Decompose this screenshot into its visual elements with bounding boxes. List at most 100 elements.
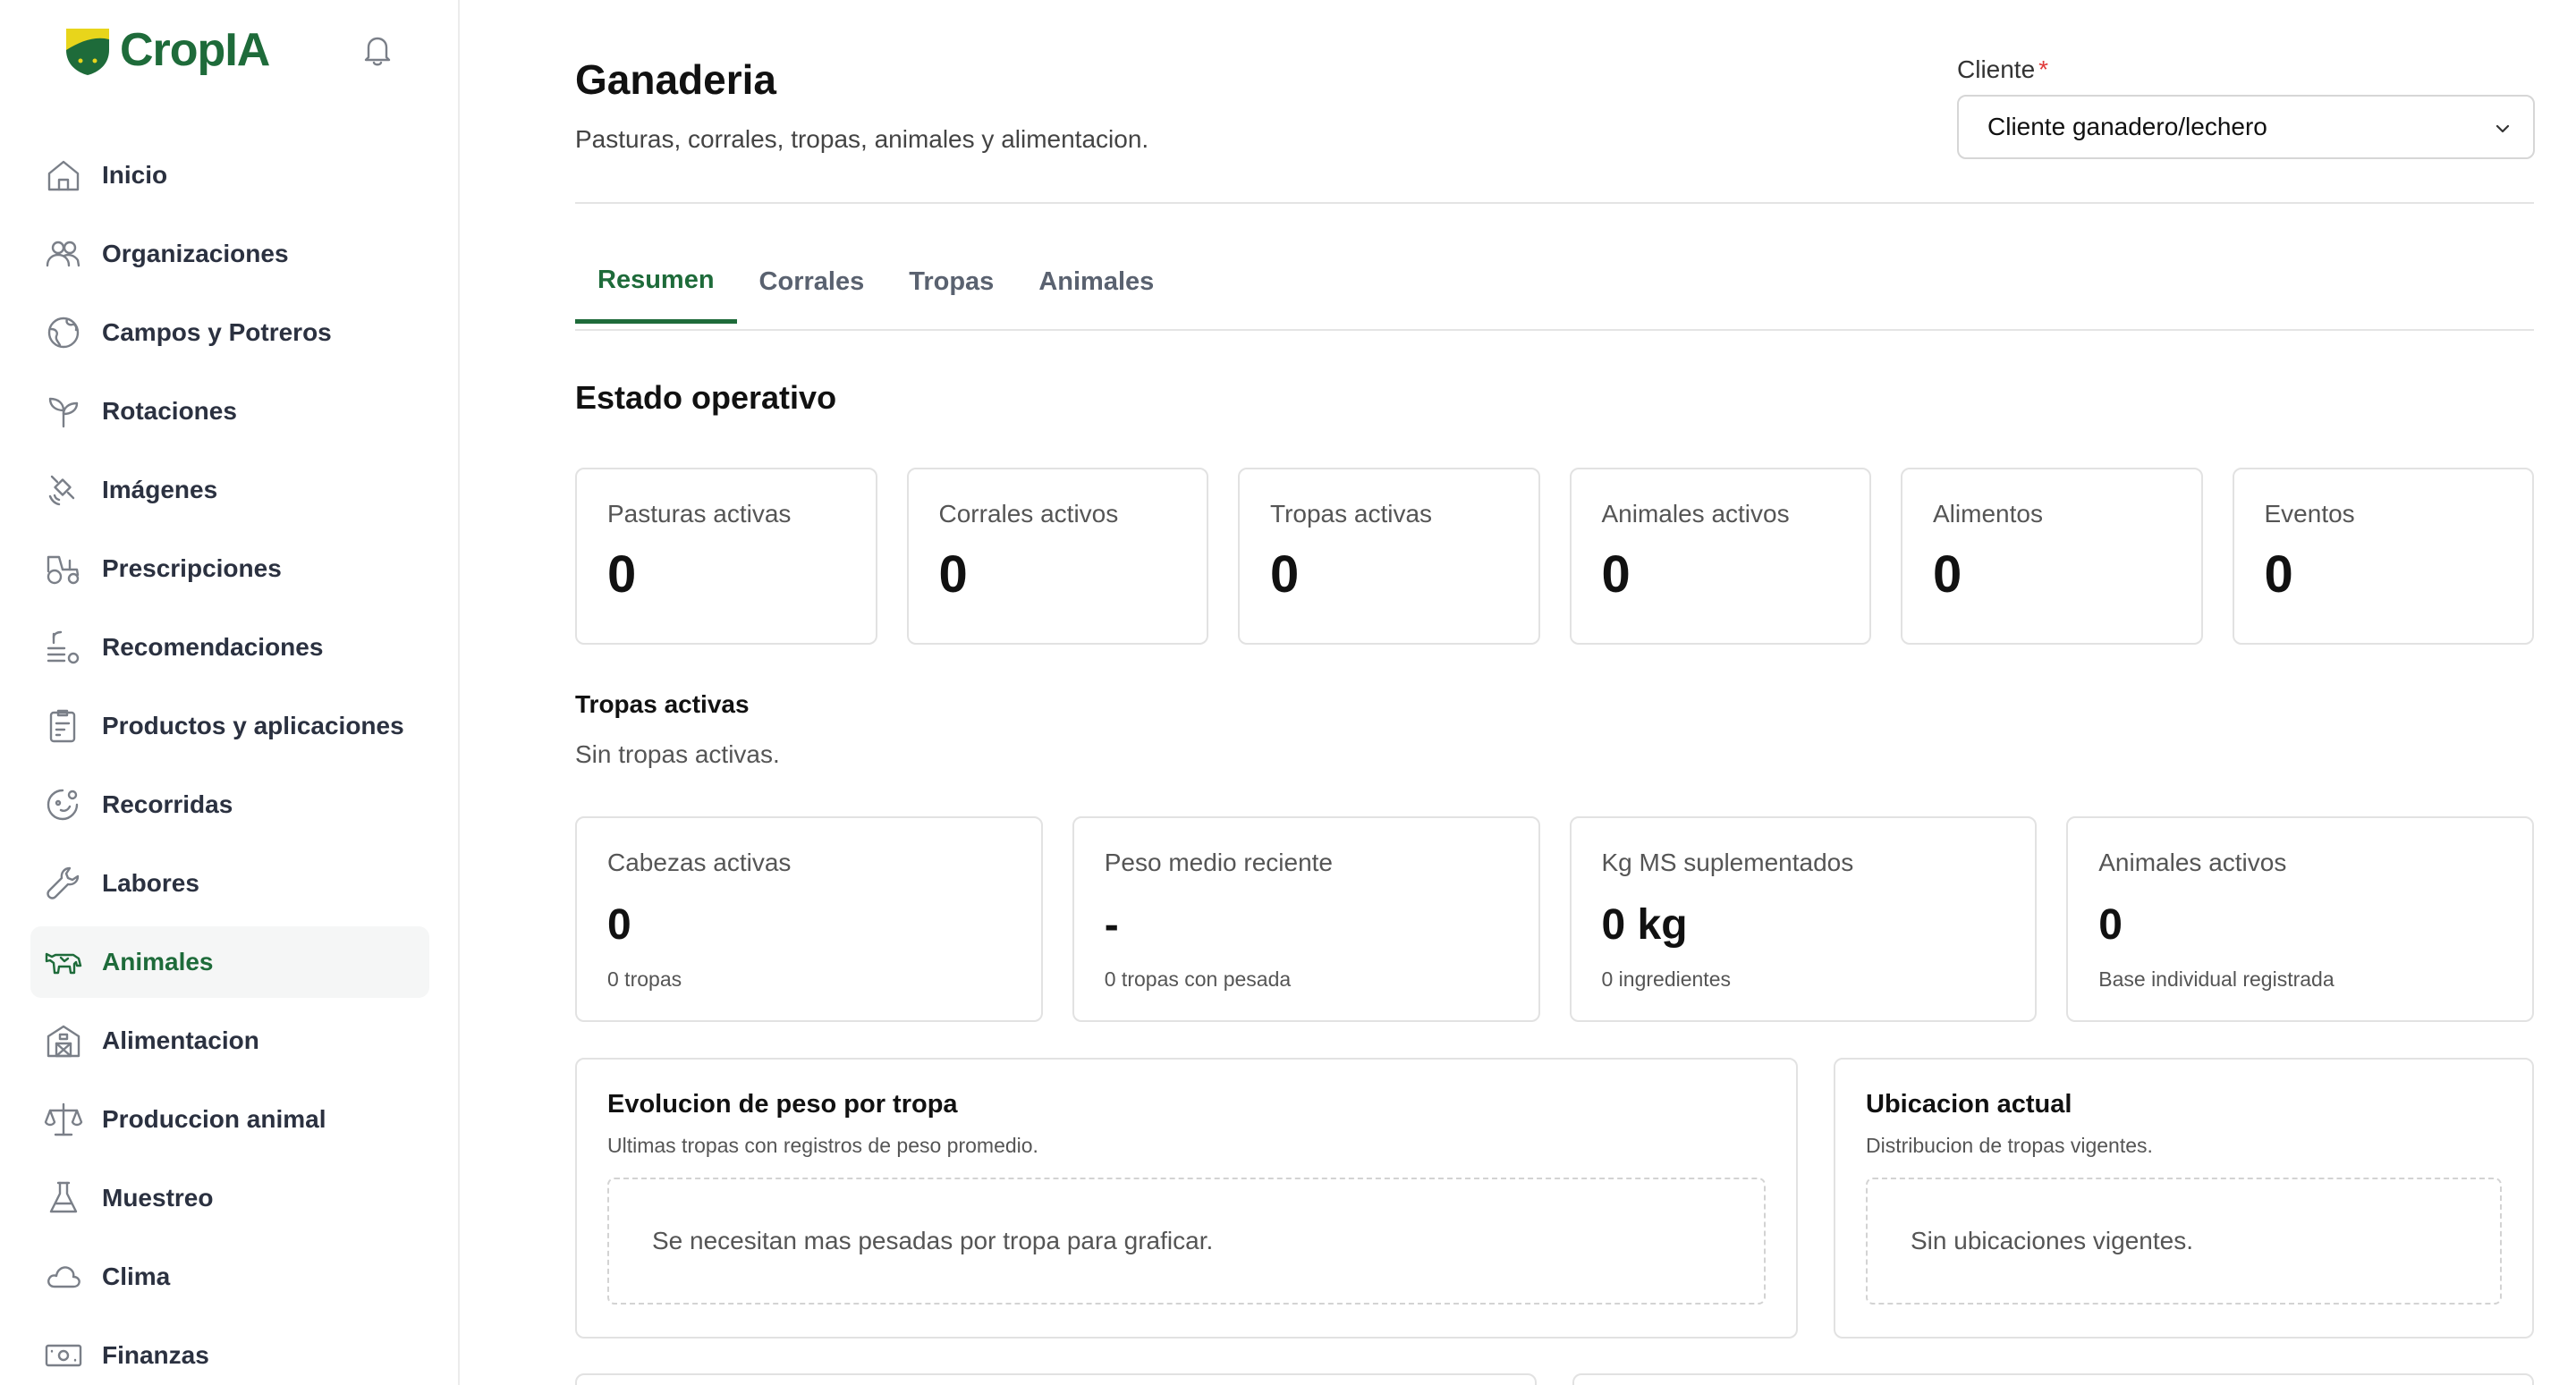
brand-logo[interactable]: CropIA	[63, 23, 270, 77]
panel-empty-state: Sin ubicaciones vigentes.	[1866, 1178, 2502, 1305]
kpi-card-cabezas: Cabezas activas 0 0 tropas	[575, 816, 1043, 1022]
stat-card-eventos: Eventos 0	[2232, 468, 2534, 645]
client-label-text: Cliente	[1957, 55, 2036, 83]
sidebar-item-finanzas[interactable]: Finanzas	[30, 1320, 429, 1385]
stat-card-corrales: Corrales activos 0	[906, 468, 1208, 645]
sidebar-item-prescripciones[interactable]: Prescripciones	[30, 533, 429, 604]
sidebar-item-alimentacion[interactable]: Alimentacion	[30, 1005, 429, 1077]
bell-icon[interactable]	[358, 30, 397, 70]
kpi-note: Base individual registrada	[2098, 967, 2334, 991]
route-icon	[43, 784, 84, 825]
stat-value: 0	[607, 545, 637, 604]
stat-value: 0	[2264, 545, 2293, 604]
stat-value: 0	[938, 545, 968, 604]
sidebar-item-clima[interactable]: Clima	[30, 1241, 429, 1313]
sidebar-item-recorridas[interactable]: Recorridas	[30, 769, 429, 840]
active-herds-title: Tropas activas	[575, 690, 750, 718]
sidebar-item-label: Clima	[102, 1263, 171, 1290]
sidebar-item-label: Recorridas	[102, 790, 233, 818]
sidebar-item-label: Muestreo	[102, 1184, 214, 1212]
sidebar-item-animales[interactable]: Animales	[30, 926, 429, 998]
sidebar-item-produccion[interactable]: Produccion animal	[30, 1084, 429, 1155]
sidebar-item-labores[interactable]: Labores	[30, 848, 429, 919]
sidebar-nav: Inicio Organizaciones Campos y Potreros …	[30, 139, 429, 1385]
client-select-value: Cliente ganadero/lechero	[1987, 113, 2267, 140]
list-plant-icon	[43, 627, 84, 668]
sidebar-item-productos[interactable]: Productos y aplicaciones	[30, 690, 429, 762]
kpi-note: 0 tropas	[607, 967, 682, 991]
kpi-note: 0 ingredientes	[1601, 967, 1732, 991]
sidebar-item-organizaciones[interactable]: Organizaciones	[30, 218, 429, 290]
kpi-row: Cabezas activas 0 0 tropas Peso medio re…	[575, 816, 2534, 1022]
stat-card-pasturas: Pasturas activas 0	[575, 468, 877, 645]
header-divider	[575, 202, 2534, 204]
sidebar-item-muestreo[interactable]: Muestreo	[30, 1162, 429, 1234]
kpi-value: 0 kg	[1601, 901, 1688, 949]
shield-logo-icon	[66, 29, 109, 75]
tab-tropas[interactable]: Tropas	[886, 241, 1016, 322]
sidebar-item-label: Organizaciones	[102, 240, 289, 267]
weight-evolution-panel: Evolucion de peso por tropa Ultimas trop…	[575, 1058, 1798, 1339]
cow-icon	[43, 942, 84, 983]
stat-value: 0	[1933, 545, 1962, 604]
stat-label: Animales activos	[1601, 500, 1790, 528]
sidebar-item-label: Productos y aplicaciones	[102, 712, 404, 739]
tab-animales[interactable]: Animales	[1016, 241, 1176, 322]
barn-icon	[43, 1020, 84, 1061]
chevron-down-icon	[2496, 124, 2510, 133]
kpi-value: 0	[607, 901, 631, 949]
panel-title: Evolucion de peso por tropa	[607, 1090, 958, 1119]
current-location-panel: Ubicacion actual Distribucion de tropas …	[1834, 1058, 2534, 1339]
sidebar-item-label: Alimentacion	[102, 1026, 259, 1054]
stat-card-animales: Animales activos 0	[1569, 468, 1871, 645]
sprout-icon	[43, 391, 84, 432]
sidebar-item-label: Imágenes	[102, 476, 218, 503]
sidebar-item-label: Finanzas	[102, 1341, 209, 1369]
stat-label: Pasturas activas	[607, 500, 792, 528]
kpi-card-peso: Peso medio reciente - 0 tropas con pesad…	[1072, 816, 1540, 1022]
tractor-icon	[43, 548, 84, 589]
sidebar-item-label: Rotaciones	[102, 397, 237, 425]
cloud-icon	[43, 1256, 84, 1297]
stat-value: 0	[1270, 545, 1300, 604]
stat-card-tropas: Tropas activas 0	[1238, 468, 1540, 645]
satellite-icon	[43, 469, 84, 511]
kpi-label: Cabezas activas	[607, 849, 792, 876]
kpi-value: 0	[2098, 901, 2123, 949]
active-herds-empty: Sin tropas activas.	[575, 740, 780, 768]
sidebar-item-imagenes[interactable]: Imágenes	[30, 454, 429, 526]
sidebar-item-rotaciones[interactable]: Rotaciones	[30, 376, 429, 447]
sidebar-item-label: Prescripciones	[102, 554, 282, 582]
kpi-card-kg-ms: Kg MS suplementados 0 kg 0 ingredientes	[1569, 816, 2038, 1022]
stats-row: Pasturas activas 0 Corrales activos 0 Tr…	[575, 468, 2534, 645]
tab-bar: Resumen Corrales Tropas Animales	[575, 250, 2534, 331]
wrench-icon	[43, 863, 84, 904]
panel-subtitle: Distribucion de tropas vigentes.	[1866, 1134, 2153, 1157]
kpi-label: Peso medio reciente	[1104, 849, 1334, 876]
page-title: Ganaderia	[575, 56, 776, 103]
sidebar-item-recomendaciones[interactable]: Recomendaciones	[30, 612, 429, 683]
kpi-note: 0 tropas con pesada	[1104, 967, 1292, 991]
tab-resumen[interactable]: Resumen	[575, 241, 737, 324]
sidebar-item-label: Inicio	[102, 161, 168, 189]
stat-value: 0	[1601, 545, 1631, 604]
sidebar-item-label: Recomendaciones	[102, 633, 324, 661]
panel-subtitle: Ultimas tropas con registros de peso pro…	[607, 1134, 1038, 1157]
bottom-card-left	[575, 1373, 1537, 1385]
banknote-icon	[43, 1335, 84, 1376]
flask-icon	[43, 1178, 84, 1219]
sidebar-item-campos[interactable]: Campos y Potreros	[30, 297, 429, 368]
sidebar-item-label: Produccion animal	[102, 1105, 326, 1133]
sidebar-item-inicio[interactable]: Inicio	[30, 139, 429, 211]
kpi-value: -	[1104, 901, 1119, 949]
bottom-card-right	[1572, 1373, 2534, 1385]
kpi-card-animales: Animales activos 0 Base individual regis…	[2066, 816, 2534, 1022]
home-icon	[43, 155, 84, 196]
panel-title: Ubicacion actual	[1866, 1090, 2072, 1119]
earth-icon	[43, 312, 84, 353]
sidebar-item-label: Labores	[102, 869, 199, 897]
client-select[interactable]: Cliente ganadero/lechero	[1957, 95, 2535, 159]
stat-label: Tropas activas	[1270, 500, 1433, 528]
section-title: Estado operativo	[575, 379, 837, 416]
tab-corrales[interactable]: Corrales	[737, 241, 887, 322]
